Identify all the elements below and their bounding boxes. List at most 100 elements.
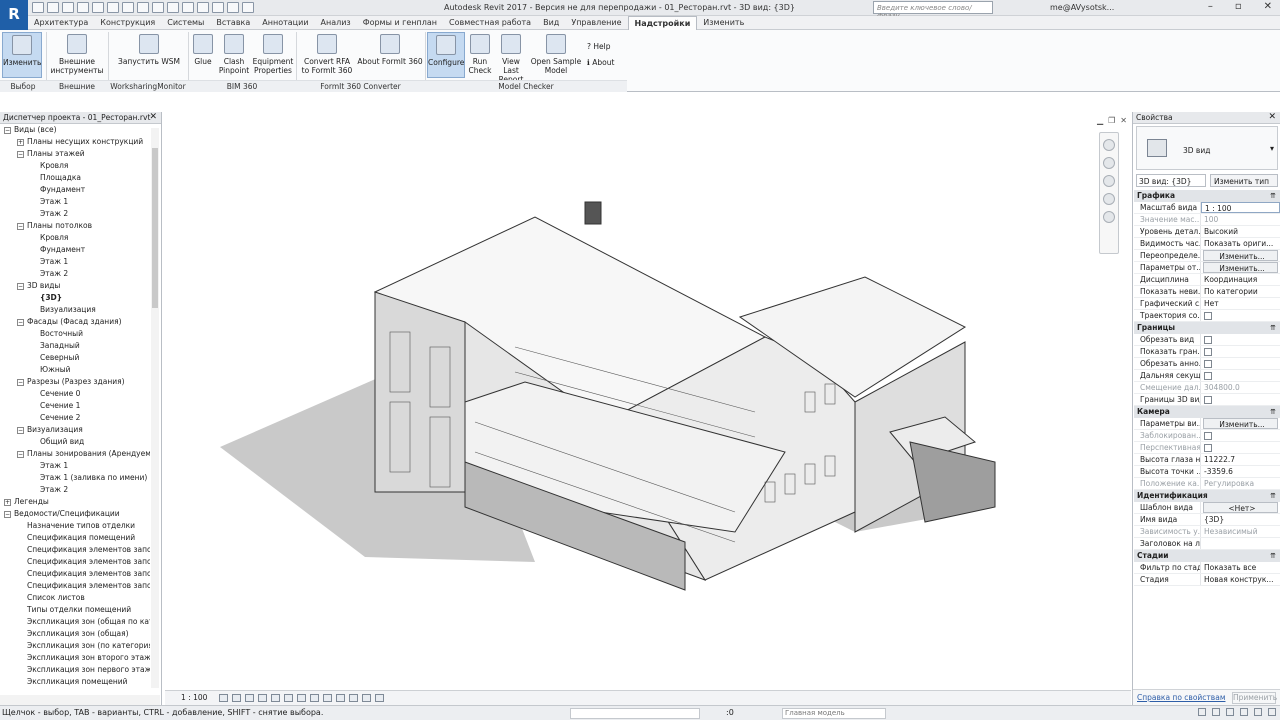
user-account[interactable]: me@AVysotsk...: [1050, 3, 1114, 12]
tab-4[interactable]: Аннотации: [256, 16, 314, 30]
property-value[interactable]: По категории: [1201, 286, 1280, 297]
restore-icon[interactable]: ▫: [1235, 1, 1242, 12]
expand-icon[interactable]: +: [17, 138, 24, 146]
tree-node[interactable]: Типы отделки помещений: [0, 604, 150, 616]
property-section[interactable]: Камера: [1134, 406, 1280, 418]
collapse-icon[interactable]: −: [17, 426, 24, 434]
tab-0[interactable]: Архитектура: [28, 16, 94, 30]
tab-5[interactable]: Анализ: [315, 16, 357, 30]
text-icon[interactable]: [167, 2, 179, 13]
print-icon[interactable]: [107, 2, 119, 13]
apply-button[interactable]: Применить: [1232, 692, 1277, 704]
tree-node[interactable]: Этаж 2: [0, 208, 150, 220]
property-section[interactable]: Стадии: [1134, 550, 1280, 562]
close-hidden-icon[interactable]: [227, 2, 239, 13]
property-value[interactable]: 1 : 100: [1201, 202, 1280, 213]
tree-node[interactable]: Спецификация элементов запол: [0, 568, 150, 580]
tab-9[interactable]: Управление: [565, 16, 627, 30]
property-value[interactable]: [1201, 346, 1280, 357]
tab-3[interactable]: Вставка: [210, 16, 256, 30]
tree-node[interactable]: Экспликация зон (по категория: [0, 640, 150, 652]
tab-8[interactable]: Вид: [537, 16, 565, 30]
tree-node[interactable]: Этаж 1: [0, 196, 150, 208]
property-value[interactable]: <Нет>: [1203, 502, 1278, 513]
tree-node[interactable]: Фундамент: [0, 184, 150, 196]
detail-level-icon[interactable]: [219, 694, 228, 702]
property-value[interactable]: [1201, 310, 1280, 321]
modify-button[interactable]: Изменить: [2, 32, 42, 78]
section-icon[interactable]: [197, 2, 209, 13]
browser-hscrollbar[interactable]: [0, 695, 160, 705]
glue-button[interactable]: Glue: [190, 32, 216, 66]
checkbox[interactable]: [1204, 336, 1212, 344]
collapse-icon[interactable]: −: [17, 318, 24, 326]
property-value[interactable]: Показать все: [1201, 562, 1280, 573]
undo-icon[interactable]: [77, 2, 89, 13]
instance-dropdown[interactable]: 3D вид: {3D}: [1136, 174, 1206, 187]
property-value[interactable]: Изменить...: [1203, 262, 1278, 273]
group-select-label[interactable]: Выбор: [0, 80, 46, 92]
edit-type-button[interactable]: Изменить тип: [1210, 174, 1278, 187]
tree-node[interactable]: + Легенды: [0, 496, 150, 508]
tree-node[interactable]: Спецификация элементов запол: [0, 556, 150, 568]
sun-path-icon[interactable]: [245, 694, 254, 702]
shadows-icon[interactable]: [258, 694, 267, 702]
3d-view-icon[interactable]: [182, 2, 194, 13]
property-section[interactable]: Идентификация: [1134, 490, 1280, 502]
property-value[interactable]: -3359.6: [1201, 466, 1280, 477]
tag-icon[interactable]: [152, 2, 164, 13]
search-input[interactable]: Введите ключевое слово/фразу: [873, 1, 993, 20]
tree-node[interactable]: Общий вид: [0, 436, 150, 448]
collapse-icon[interactable]: −: [17, 150, 24, 158]
checkbox[interactable]: [1204, 312, 1212, 320]
property-value[interactable]: [1201, 358, 1280, 369]
tree-node[interactable]: Восточный: [0, 328, 150, 340]
tree-node[interactable]: Этаж 2: [0, 268, 150, 280]
tree-node[interactable]: + Планы несущих конструкций: [0, 136, 150, 148]
minimize-icon[interactable]: –: [1208, 1, 1213, 12]
thin-lines-icon[interactable]: [212, 2, 224, 13]
view-scale[interactable]: 1 : 100: [181, 693, 207, 702]
tree-node[interactable]: − Планы потолков: [0, 220, 150, 232]
temporary-hide-icon[interactable]: [323, 694, 332, 702]
dimension-icon[interactable]: [137, 2, 149, 13]
tree-node[interactable]: Спецификация элементов запол: [0, 544, 150, 556]
close-icon[interactable]: ✕: [149, 112, 157, 122]
about-button[interactable]: ℹ About: [587, 58, 614, 67]
equipment-properties-button[interactable]: Equipment Properties: [252, 32, 294, 75]
render-icon[interactable]: [271, 694, 280, 702]
property-value[interactable]: [1201, 394, 1280, 405]
tree-node[interactable]: Назначение типов отделки: [0, 520, 150, 532]
drag-elements-icon[interactable]: [1254, 708, 1262, 716]
tree-node[interactable]: Спецификация помещений: [0, 532, 150, 544]
property-value[interactable]: Нет: [1201, 298, 1280, 309]
show-crop-icon[interactable]: [297, 694, 306, 702]
open-sample-model-button[interactable]: Open Sample Model: [530, 32, 582, 75]
properties-help-link[interactable]: Справка по свойствам: [1137, 693, 1225, 702]
crop-view-icon[interactable]: [284, 694, 293, 702]
browser-scrollbar[interactable]: [151, 128, 159, 688]
tree-node[interactable]: Площадка: [0, 172, 150, 184]
tab-11[interactable]: Изменить: [697, 16, 750, 30]
external-tools-button[interactable]: Внешние инструменты: [50, 32, 104, 75]
view-last-report-button[interactable]: View Last Report: [494, 32, 528, 84]
tree-node[interactable]: − Планы этажей: [0, 148, 150, 160]
select-by-face-icon[interactable]: [1240, 708, 1248, 716]
tab-6[interactable]: Формы и генплан: [357, 16, 443, 30]
tree-node[interactable]: Экспликация зон (общая): [0, 628, 150, 640]
tree-node[interactable]: Этаж 1 (заливка по имени): [0, 472, 150, 484]
collapse-icon[interactable]: −: [17, 450, 24, 458]
expand-icon[interactable]: +: [4, 498, 11, 506]
about-formit-button[interactable]: About FormIt 360: [356, 32, 424, 66]
worksharing-display-icon[interactable]: [349, 694, 358, 702]
tree-node[interactable]: Спецификация элементов запол: [0, 580, 150, 592]
model-dropdown[interactable]: Главная модель: [782, 708, 886, 719]
save-icon[interactable]: [47, 2, 59, 13]
tree-node[interactable]: − Планы зонирования (Арендуем: [0, 448, 150, 460]
tree-node[interactable]: Экспликация помещений: [0, 676, 150, 688]
tree-node[interactable]: − Визуализация: [0, 424, 150, 436]
filter-icon[interactable]: [1268, 708, 1276, 716]
checkbox[interactable]: [1204, 396, 1212, 404]
tree-node[interactable]: Этаж 1: [0, 460, 150, 472]
clash-pinpoint-button[interactable]: Clash Pinpoint: [218, 32, 250, 75]
